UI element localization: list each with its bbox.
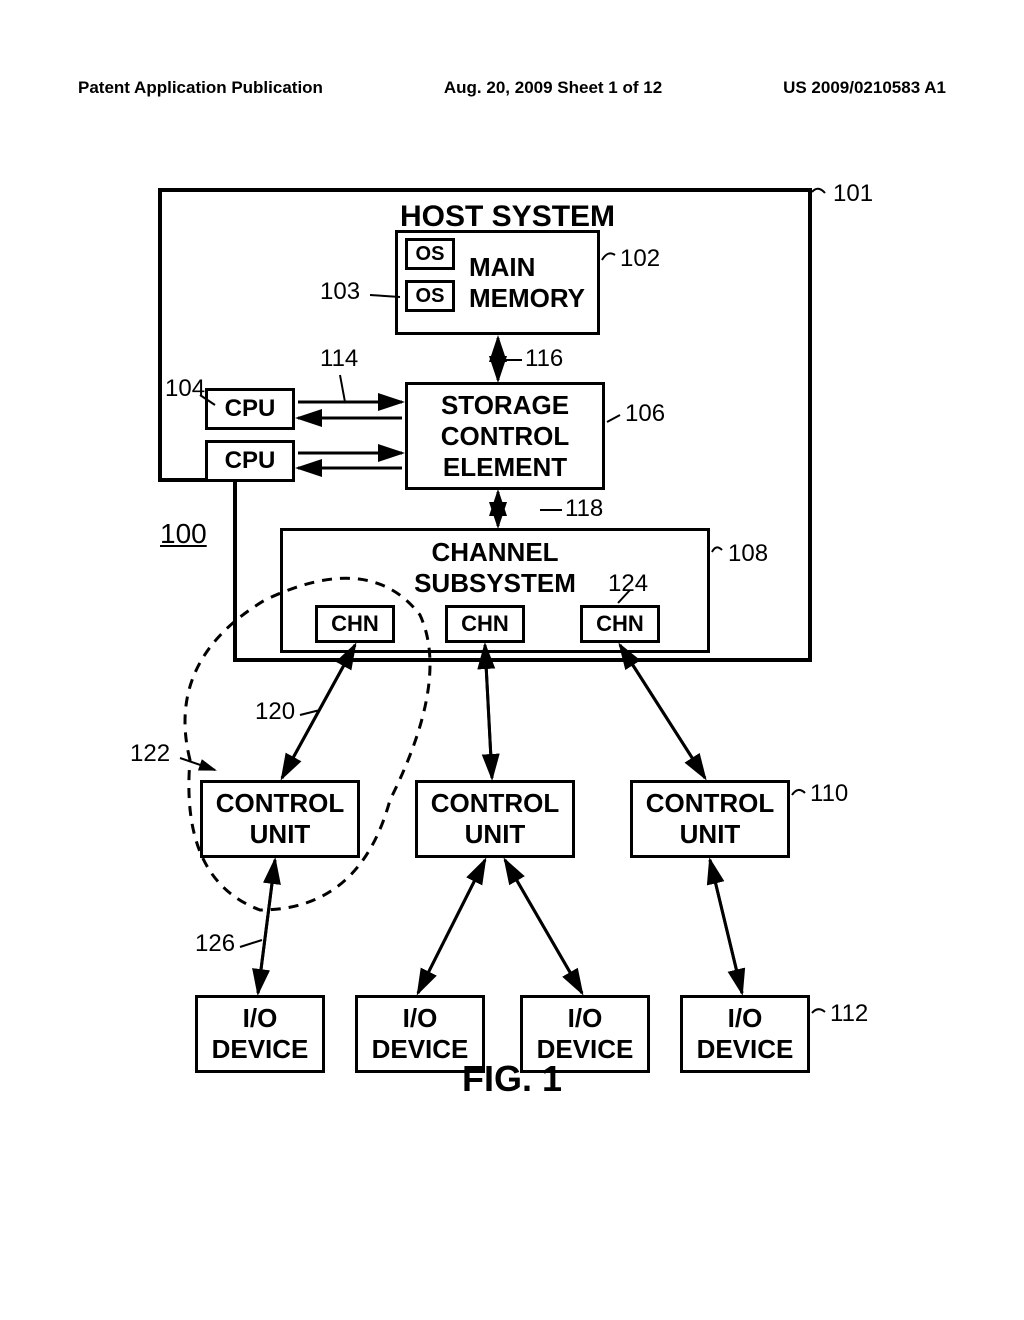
cpu-box-2: CPU (205, 440, 295, 482)
control-unit-label-2: CONTROL UNIT (431, 788, 560, 850)
ref-120: 120 (255, 698, 295, 726)
header-right: US 2009/0210583 A1 (783, 78, 946, 98)
os-box-1: OS (405, 238, 455, 270)
host-system-label: HOST SYSTEM (400, 200, 615, 234)
cpu-box-1: CPU (205, 388, 295, 430)
control-unit-box-3: CONTROL UNIT (630, 780, 790, 858)
chn-box-3: CHN (580, 605, 660, 643)
ref-110: 110 (810, 780, 848, 808)
control-unit-box-1: CONTROL UNIT (200, 780, 360, 858)
ref-126: 126 (195, 930, 235, 958)
storage-control-element-label: STORAGE CONTROL ELEMENT (441, 390, 570, 483)
header-center: Aug. 20, 2009 Sheet 1 of 12 (444, 78, 662, 98)
ref-122: 122 (130, 740, 170, 768)
io-device-label-3: I/O DEVICE (537, 1003, 634, 1065)
chn-box-1: CHN (315, 605, 395, 643)
control-unit-label-1: CONTROL UNIT (216, 788, 345, 850)
ref-114: 114 (320, 345, 358, 373)
io-device-label-2: I/O DEVICE (372, 1003, 469, 1065)
ref-103: 103 (320, 278, 360, 306)
ref-104: 104 (165, 375, 205, 403)
ref-108: 108 (728, 540, 768, 568)
ref-101: 101 (833, 180, 873, 208)
main-memory-label: MAIN MEMORY (469, 252, 585, 314)
control-unit-label-3: CONTROL UNIT (646, 788, 775, 850)
ref-106: 106 (625, 400, 665, 428)
io-device-label-4: I/O DEVICE (697, 1003, 794, 1065)
ref-100: 100 (160, 518, 207, 550)
ref-112: 112 (830, 1000, 868, 1028)
control-unit-box-2: CONTROL UNIT (415, 780, 575, 858)
ref-124: 124 (608, 570, 648, 598)
ref-102: 102 (620, 245, 660, 273)
os-box-2: OS (405, 280, 455, 312)
ref-118: 118 (565, 495, 603, 523)
io-device-label-1: I/O DEVICE (212, 1003, 309, 1065)
channel-subsystem-label: CHANNEL SUBSYSTEM (414, 537, 576, 599)
header-left: Patent Application Publication (78, 78, 323, 98)
figure-label: FIG. 1 (0, 1058, 1024, 1100)
ref-116: 116 (525, 345, 563, 373)
chn-box-2: CHN (445, 605, 525, 643)
storage-control-element-box: STORAGE CONTROL ELEMENT (405, 382, 605, 490)
